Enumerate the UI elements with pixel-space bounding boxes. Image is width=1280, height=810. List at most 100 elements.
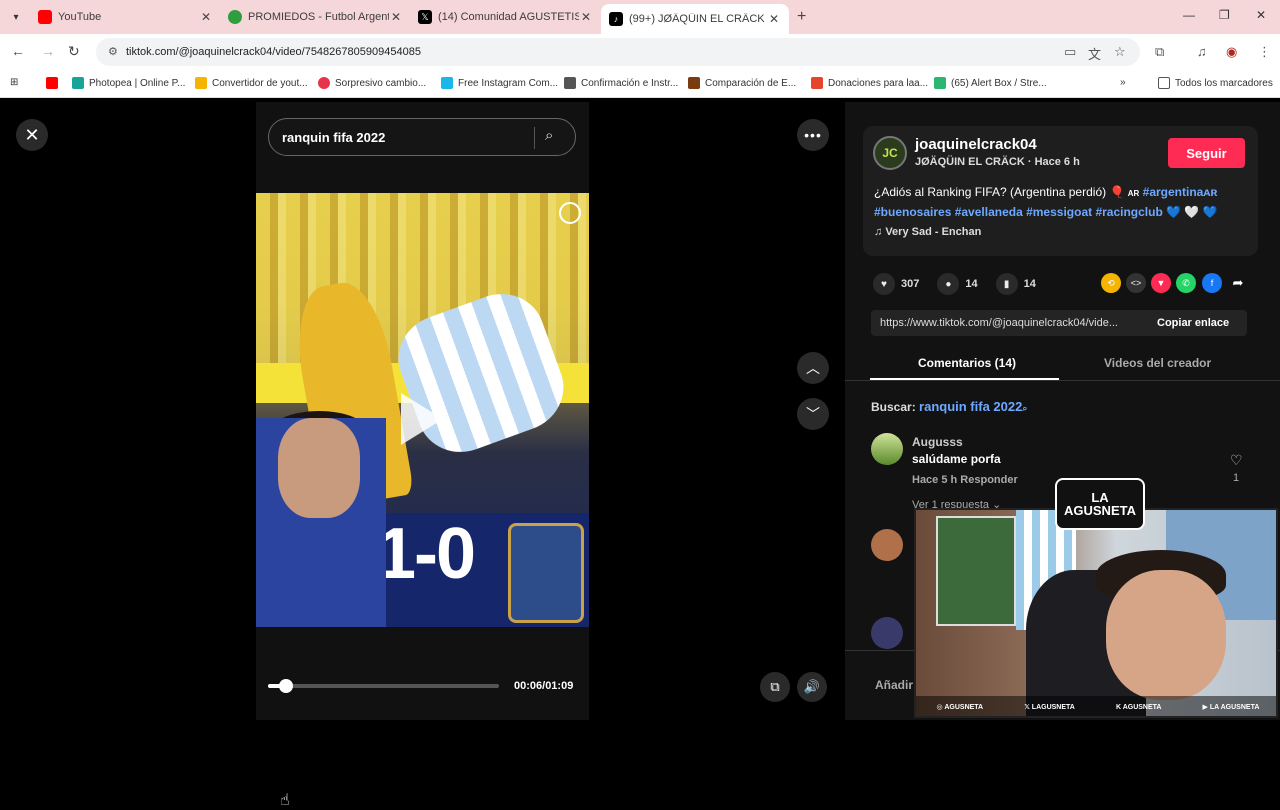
bookmark-label: Comparación de E... — [705, 77, 797, 89]
search-icon: ⌕ — [1022, 403, 1028, 413]
link-icon — [564, 77, 576, 89]
url-text: tiktok.com/@joaquinelcrack04/video/75482… — [126, 46, 421, 58]
converter-icon — [195, 77, 207, 89]
afa-crest-image — [508, 523, 584, 623]
more-options-button[interactable]: ••• — [797, 119, 829, 151]
close-video-button[interactable]: ✕ — [16, 119, 48, 151]
flag-ar: AR — [1127, 189, 1140, 198]
video-frame[interactable]: ranquin fifa 2022 ⌕ 1-0 — [256, 102, 589, 720]
youtube-handle: ▶ LA AGUSNETA — [1202, 704, 1260, 711]
address-bar[interactable]: ⚙ tiktok.com/@joaquinelcrack04/video/754… — [96, 38, 1140, 66]
music-link[interactable]: ♫ Very Sad - Enchan — [874, 226, 981, 238]
comment-author[interactable]: Augusss — [912, 435, 963, 449]
close-icon[interactable]: ✕ — [579, 10, 593, 24]
pip-icon[interactable]: ⧉ — [760, 672, 790, 702]
kick-handle: K AGUSNETA — [1115, 703, 1162, 711]
post-info-card: JC joaquinelcrack04 JØÄQÜIN EL CRÄCK · H… — [863, 126, 1258, 256]
add-comment-input[interactable]: Añadir — [875, 678, 913, 692]
tab-creator-videos[interactable]: Videos del creador — [1104, 356, 1211, 370]
restore-icon[interactable]: ❐ — [1219, 8, 1230, 22]
video-progress-bar[interactable] — [268, 679, 499, 693]
new-tab-button[interactable]: + — [797, 8, 806, 26]
avatar[interactable] — [871, 433, 903, 465]
tiktok-icon: ♪ — [609, 12, 623, 26]
play-icon[interactable] — [401, 393, 443, 445]
volume-icon[interactable]: 🔊 — [797, 672, 827, 702]
author-username[interactable]: joaquinelcrack04 — [915, 136, 1037, 153]
extensions-icon[interactable]: ⧉ — [1155, 44, 1164, 60]
comment-icon: ● — [937, 273, 960, 295]
close-icon[interactable]: ✕ — [199, 10, 213, 24]
streamlabs-icon — [934, 77, 946, 89]
whatsapp-icon[interactable]: ✆ — [1176, 273, 1196, 293]
search-query-link[interactable]: ranquin fifa 2022 — [919, 399, 1022, 414]
apps-icon[interactable]: ⊞ — [10, 77, 18, 88]
bookmark-item[interactable]: Free Instagram Com... — [441, 77, 558, 89]
instagram-tool-icon — [441, 77, 453, 89]
post-description: ¿Adiós al Ranking FIFA? (Argentina perdi… — [874, 183, 1244, 221]
tab-search-button[interactable]: ▾ — [6, 7, 26, 27]
tab-promiedos[interactable]: PROMIEDOS - Futbol Argentina ✕ — [228, 5, 403, 29]
avatar[interactable]: JC — [873, 136, 907, 170]
avatar[interactable] — [871, 529, 903, 561]
comparison-icon — [688, 77, 700, 89]
forward-icon[interactable]: → — [41, 43, 55, 59]
site-info-icon[interactable]: ⚙ — [108, 45, 122, 59]
profile-icon[interactable]: ◉ — [1226, 44, 1237, 60]
video-overlay-search: ranquin fifa 2022 ⌕ — [268, 118, 576, 156]
reload-icon[interactable]: ↻ — [68, 43, 80, 60]
bookmark-star-icon[interactable]: ☆ — [1114, 44, 1126, 60]
close-icon[interactable]: ✕ — [389, 10, 403, 24]
x-handle: 𝕏 LAGUSNETA — [1024, 704, 1075, 711]
tab-youtube[interactable]: YouTube ✕ — [38, 5, 213, 29]
copy-link-button[interactable]: Copiar enlace — [1157, 317, 1229, 329]
stream-logo: LA AGUSNETA — [1055, 478, 1145, 530]
save-button[interactable]: ▮ 14 — [995, 273, 1036, 295]
minimize-icon[interactable]: — — [1183, 8, 1195, 22]
tab-tiktok[interactable]: ♪ (99+) JØÄQÜIN EL CRÄCK (@ ✕ — [601, 4, 789, 34]
window-close-icon[interactable]: ✕ — [1256, 8, 1266, 22]
send-icon[interactable]: ▼ — [1151, 273, 1171, 293]
more-bookmarks-icon[interactable]: » — [1120, 77, 1126, 88]
facebook-icon[interactable]: f — [1202, 273, 1222, 293]
cast-icon[interactable]: ▭ — [1064, 44, 1076, 60]
translate-icon[interactable]: 文 — [1088, 44, 1101, 63]
media-controls-icon[interactable]: ♫ — [1197, 44, 1207, 59]
panel-tabs: Comentarios (14) Videos del creador — [845, 347, 1280, 381]
engagement-row: ♥ 307 ● 14 ▮ 14 — [873, 272, 1054, 296]
avatar[interactable] — [871, 617, 903, 649]
bookmarks-bar: ⊞ Photopea | Online P... Convertidor de … — [0, 70, 1280, 98]
follow-button[interactable]: Seguir — [1168, 138, 1245, 168]
music-title: Very Sad - Enchan — [885, 226, 982, 238]
save-count: 14 — [1023, 278, 1036, 290]
heart-icon: ♥ — [873, 273, 895, 295]
like-button[interactable]: ♥ 307 — [873, 273, 919, 295]
comment-like-icon[interactable]: ♡ — [1230, 452, 1243, 469]
bookmark-item[interactable]: Sorpresivo cambio... — [318, 77, 426, 89]
bookmark-item[interactable]: Donaciones para laa... — [811, 77, 928, 89]
comment-button[interactable]: ● 14 — [937, 273, 978, 295]
embed-icon[interactable]: <> — [1126, 273, 1146, 293]
bookmark-item[interactable]: Photopea | Online P... — [72, 77, 185, 89]
comment-meta[interactable]: Hace 5 h Responder — [912, 474, 1018, 486]
bookmark-item[interactable]: Convertidor de yout... — [195, 77, 308, 89]
repost-icon[interactable]: ⟲ — [1101, 273, 1121, 293]
tab-comments[interactable]: Comentarios (14) — [918, 356, 1016, 370]
next-video-button[interactable]: ﹀ — [797, 398, 829, 430]
back-icon[interactable]: ← — [11, 43, 25, 59]
share-icon[interactable]: ➦ — [1228, 273, 1248, 293]
all-bookmarks-folder[interactable]: Todos los marcadores — [1158, 77, 1273, 89]
close-icon[interactable]: ✕ — [767, 12, 781, 26]
tab-x-community[interactable]: 𝕏 (14) Comunidad AGUSTETISMO ✕ — [418, 5, 593, 29]
bookmark-item[interactable] — [46, 77, 63, 89]
bookmark-label: Donaciones para laa... — [828, 77, 929, 89]
browser-menu-icon[interactable]: ⋮ — [1258, 44, 1271, 60]
tab-strip: ▾ YouTube ✕ PROMIEDOS - Futbol Argentina… — [0, 0, 1280, 34]
related-search[interactable]: Buscar: ranquin fifa 2022⌕ — [871, 399, 1027, 414]
bookmark-item[interactable]: Confirmación e Instr... — [564, 77, 678, 89]
previous-video-button[interactable]: ︿ — [797, 352, 829, 384]
music-note-icon: ♫ — [874, 226, 886, 238]
bookmark-item[interactable]: Comparación de E... — [688, 77, 796, 89]
bookmark-item[interactable]: (65) Alert Box / Stre... — [934, 77, 1047, 89]
bookmark-label: Todos los marcadores — [1175, 77, 1273, 89]
